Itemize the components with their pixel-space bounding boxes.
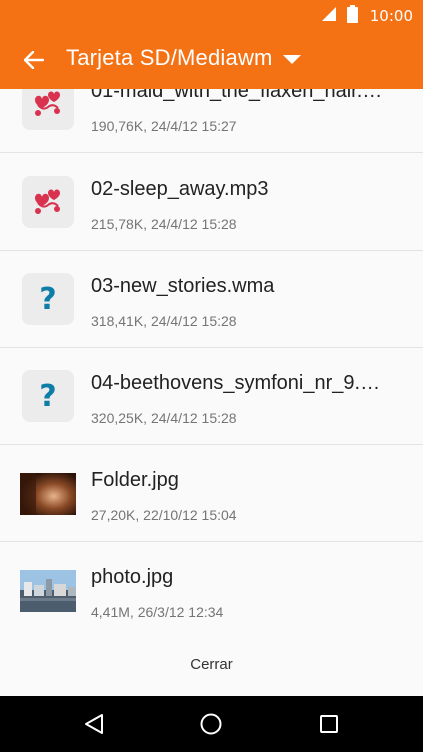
close-button[interactable]: Cerrar xyxy=(0,656,423,673)
file-meta: 27,20K, 22/10/12 15:04 xyxy=(91,507,237,523)
back-nav-icon[interactable] xyxy=(80,710,108,738)
file-name: Folder.jpg xyxy=(91,469,179,491)
file-row[interactable]: photo.jpg 4,41M, 26/3/12 12:34 xyxy=(0,542,423,639)
unknown-file-icon: ? xyxy=(22,273,74,325)
navigation-bar xyxy=(0,696,423,752)
file-meta: 4,41M, 26/3/12 12:34 xyxy=(91,604,224,620)
file-name: 03-new_stories.wma xyxy=(91,275,275,297)
status-bar: 10:00 xyxy=(321,5,413,27)
file-name: 04-beethovens_symfoni_nr_9.wma xyxy=(91,372,391,394)
file-meta: 190,76K, 24/4/12 15:27 xyxy=(91,118,237,134)
file-meta: 318,41K, 24/4/12 15:28 xyxy=(91,313,237,329)
question-mark-icon: ? xyxy=(39,281,57,317)
file-row[interactable]: 02-sleep_away.mp3 215,78K, 24/4/12 15:28 xyxy=(0,154,423,251)
page-title: Tarjeta SD/Mediawm xyxy=(66,45,273,70)
divider xyxy=(0,152,423,153)
question-mark-icon: ? xyxy=(39,378,57,414)
image-thumbnail xyxy=(20,570,76,612)
dropdown-arrow-icon xyxy=(282,54,301,64)
app-header: 10:00 Tarjeta SD/Mediawm xyxy=(0,0,423,89)
back-arrow-icon[interactable] xyxy=(18,44,50,76)
signal-icon xyxy=(321,6,337,26)
file-row[interactable]: ? 04-beethovens_symfoni_nr_9.wma 320,25K… xyxy=(0,348,423,445)
recents-nav-icon[interactable] xyxy=(315,710,343,738)
file-row[interactable]: Folder.jpg 27,20K, 22/10/12 15:04 xyxy=(0,445,423,542)
file-meta: 320,25K, 24/4/12 15:28 xyxy=(91,410,237,426)
file-name: 02-sleep_away.mp3 xyxy=(91,178,269,200)
clock: 10:00 xyxy=(369,7,413,25)
folder-path-dropdown[interactable]: Tarjeta SD/Mediawm xyxy=(66,45,301,71)
file-meta: 215,78K, 24/4/12 15:28 xyxy=(91,216,237,232)
home-nav-icon[interactable] xyxy=(197,710,225,738)
music-file-icon xyxy=(22,176,74,228)
battery-icon xyxy=(346,5,358,27)
file-row[interactable]: ? 03-new_stories.wma 318,41K, 24/4/12 15… xyxy=(0,251,423,348)
file-name: photo.jpg xyxy=(91,566,174,588)
close-bar: Cerrar xyxy=(0,634,423,696)
unknown-file-icon: ? xyxy=(22,370,74,422)
toolbar: Tarjeta SD/Mediawm xyxy=(0,30,423,89)
image-thumbnail xyxy=(20,473,76,515)
